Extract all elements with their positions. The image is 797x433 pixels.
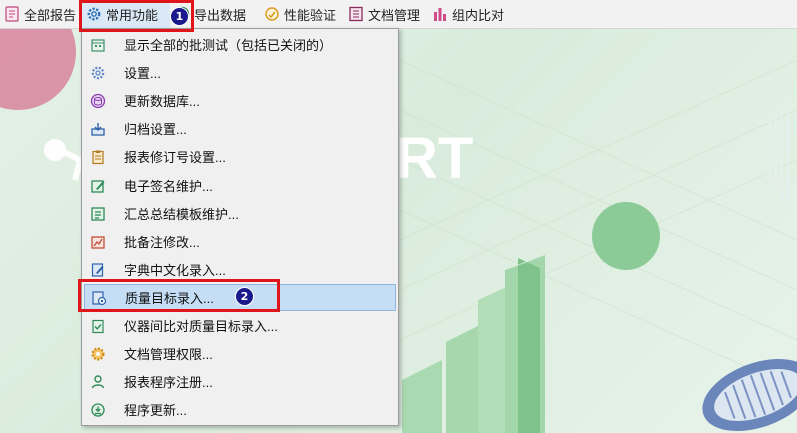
- menu-item-calendar[interactable]: 显示全部的批测试（包括已关闭的）: [84, 31, 396, 58]
- common-functions-menu: 显示全部的批测试（包括已关闭的） 设置... 更新数据库... 归档设置... 报表修订…: [81, 28, 399, 426]
- annotation-badge-1: 1: [170, 7, 189, 26]
- user-register-icon: [91, 374, 105, 388]
- toolbar-performance-validation-label: 性能验证: [284, 7, 337, 23]
- menu-item-permission-gear[interactable]: 文档管理权限...: [84, 340, 396, 367]
- chart-note-icon: [91, 235, 105, 249]
- menu-item-label: 报表修订号设置...: [124, 150, 226, 165]
- menu-item-database[interactable]: 更新数据库...: [84, 87, 396, 114]
- database-icon: [90, 93, 106, 108]
- menu-item-label: 仪器间比对质量目标录入...: [124, 319, 278, 334]
- menu-item-label: 归档设置...: [124, 122, 187, 137]
- permission-gear-icon: [91, 346, 105, 361]
- calendar-icon: [91, 38, 105, 52]
- menu-item-label: 电子签名维护...: [124, 179, 213, 194]
- toolbar-group-comparison[interactable]: 组内比对: [428, 0, 516, 28]
- menu-item-label: 字典中文化录入...: [124, 263, 226, 278]
- toolbar-performance-validation[interactable]: 性能验证: [260, 0, 344, 28]
- dictionary-edit-icon: [91, 262, 104, 277]
- toolbar-all-reports[interactable]: 全部报告: [0, 0, 82, 28]
- menu-item-label: 程序更新...: [124, 403, 187, 418]
- background-bar-graphic: [402, 255, 545, 433]
- update-icon: [91, 402, 105, 417]
- archive-icon: [91, 122, 105, 136]
- check-clipboard-icon: [92, 319, 104, 333]
- menu-item-clipboard[interactable]: 报表修订号设置...: [84, 143, 396, 170]
- menu-item-check-clipboard[interactable]: 仪器间比对质量目标录入...: [84, 312, 396, 339]
- menu-item-label: 设置...: [124, 66, 161, 81]
- toolbar-export-data-label: 导出数据: [194, 7, 247, 23]
- menu-item-label: 报表程序注册...: [124, 375, 213, 390]
- menu-item-label: 显示全部的批测试（包括已关闭的）: [124, 38, 333, 53]
- menu-item-template[interactable]: 汇总总结模板维护...: [84, 200, 396, 227]
- toolbar-document-management[interactable]: 文档管理: [344, 0, 428, 28]
- performance-icon: [265, 7, 279, 21]
- background-logo-text: RT: [396, 126, 473, 191]
- toolbar-document-management-label: 文档管理: [368, 7, 421, 23]
- settings-icon: [91, 66, 105, 79]
- menu-item-label: 汇总总结模板维护...: [124, 207, 239, 222]
- toolbar-group-comparison-label: 组内比对: [452, 7, 505, 23]
- menu-item-label: 更新数据库...: [124, 94, 200, 109]
- menu-item-update[interactable]: 程序更新...: [84, 396, 396, 423]
- template-icon: [91, 206, 105, 221]
- menu-item-chart-note[interactable]: 批备注修改...: [84, 228, 396, 255]
- bar-chart-icon: [434, 8, 446, 21]
- menu-item-edit-signature[interactable]: 电子签名维护...: [84, 172, 396, 199]
- edit-signature-icon: [91, 179, 105, 193]
- menu-item-user-register[interactable]: 报表程序注册...: [84, 368, 396, 395]
- menu-item-label: 批备注修改...: [124, 235, 200, 250]
- menu-item-label: 文档管理权限...: [124, 347, 213, 362]
- menu-item-archive[interactable]: 归档设置...: [84, 115, 396, 142]
- toolbar-all-reports-label: 全部报告: [24, 7, 77, 23]
- background-logo-graphic: [44, 139, 84, 181]
- clipboard-icon: [92, 150, 104, 164]
- report-icon: [5, 6, 19, 22]
- menu-item-settings[interactable]: 设置...: [84, 59, 396, 86]
- annotation-badge-2: 2: [235, 287, 254, 306]
- document-icon: [349, 6, 363, 22]
